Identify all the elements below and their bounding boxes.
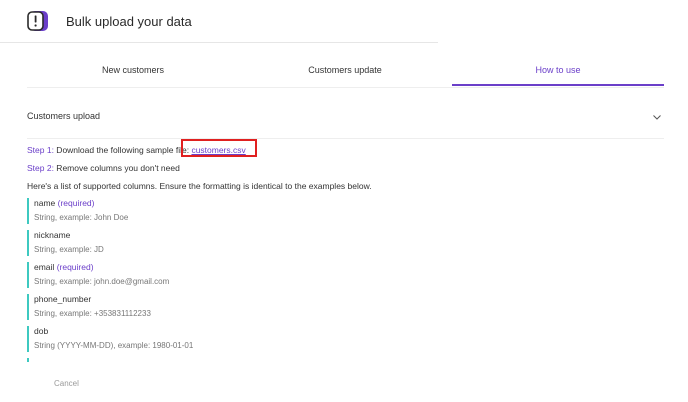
tab-customers-update[interactable]: Customers update <box>239 56 451 85</box>
column-item: name (required) String, example: John Do… <box>27 198 128 224</box>
column-description: String, example: John Doe <box>34 213 129 222</box>
column-name: dob <box>34 326 49 336</box>
tab-bar: New customers Customers update How to us… <box>27 56 664 88</box>
column-item-partial <box>27 358 34 362</box>
column-name: phone_number <box>34 294 92 304</box>
step-1-text: Download the following sample file: <box>53 145 192 155</box>
required-label: (required) <box>56 262 94 272</box>
column-description: String, example: JD <box>34 245 104 254</box>
page-title: Bulk upload your data <box>66 14 192 29</box>
column-item: email (required) String, example: john.d… <box>27 262 169 288</box>
tab-new-customers[interactable]: New customers <box>27 56 239 85</box>
link-highlight-box <box>181 139 257 157</box>
column-item: nickname String, example: JD <box>27 230 104 256</box>
column-name: email (required) <box>34 262 94 272</box>
required-label: (required) <box>57 198 95 208</box>
column-name: nickname <box>34 230 71 240</box>
columns-intro: Here's a list of supported columns. Ensu… <box>27 181 372 191</box>
modal-header: Bulk upload your data <box>0 0 438 43</box>
step-2-text: Remove columns you don't need <box>53 163 180 173</box>
step-2-label: Step 2: <box>27 163 54 173</box>
customers-upload-accordion[interactable]: Customers upload <box>27 100 664 139</box>
alert-box-icon <box>27 11 48 31</box>
tab-how-to-use[interactable]: How to use <box>452 56 664 85</box>
cancel-button[interactable]: Cancel <box>54 379 79 388</box>
column-description: String, example: +353831112233 <box>34 309 151 318</box>
column-name: name (required) <box>34 198 95 208</box>
supported-columns-list[interactable]: name (required) String, example: John Do… <box>27 198 427 362</box>
column-item: phone_number String, example: +353831112… <box>27 294 151 320</box>
chevron-down-icon[interactable] <box>652 112 662 122</box>
step-2: Step 2: Remove columns you don't need <box>27 163 180 173</box>
column-item: dob String (YYYY-MM-DD), example: 1980-0… <box>27 326 193 352</box>
column-description: String, example: john.doe@gmail.com <box>34 277 170 286</box>
column-description: String (YYYY-MM-DD), example: 1980-01-01 <box>34 341 194 350</box>
active-tab-indicator <box>452 84 664 86</box>
step-1-label: Step 1: <box>27 145 54 155</box>
section-title: Customers upload <box>27 111 101 121</box>
